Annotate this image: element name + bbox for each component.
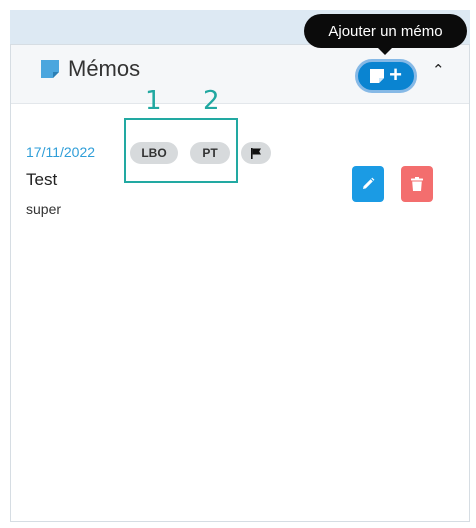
delete-memo-button[interactable] (401, 166, 433, 202)
pencil-icon (363, 177, 375, 189)
chevron-up-icon[interactable]: ⌃ (432, 61, 445, 79)
memo-title: Test (26, 170, 58, 189)
annotation-label-2: 2 (203, 86, 220, 116)
tag-badge: LBO (130, 142, 178, 164)
edit-memo-button[interactable] (352, 166, 384, 202)
annotation-label-1: 1 (145, 86, 162, 116)
panel-title: Mémos (68, 56, 141, 81)
tag-badge: PT (190, 142, 230, 164)
trash-icon (411, 177, 423, 191)
sticky-note-icon (370, 69, 385, 83)
memos-panel: Mémos + ⌃ (10, 44, 470, 522)
tooltip-tail (377, 47, 393, 55)
flag-icon (251, 148, 261, 159)
flag-badge (241, 142, 271, 164)
panel-header: Mémos + ⌃ (11, 45, 469, 104)
plus-icon: + (389, 62, 402, 87)
memo-date: 17/11/2022 (26, 144, 96, 160)
sticky-note-icon (41, 60, 59, 78)
memo-body: super (26, 201, 62, 217)
add-memo-tooltip: Ajouter un mémo (304, 14, 467, 48)
add-memo-button[interactable]: + (355, 59, 417, 93)
